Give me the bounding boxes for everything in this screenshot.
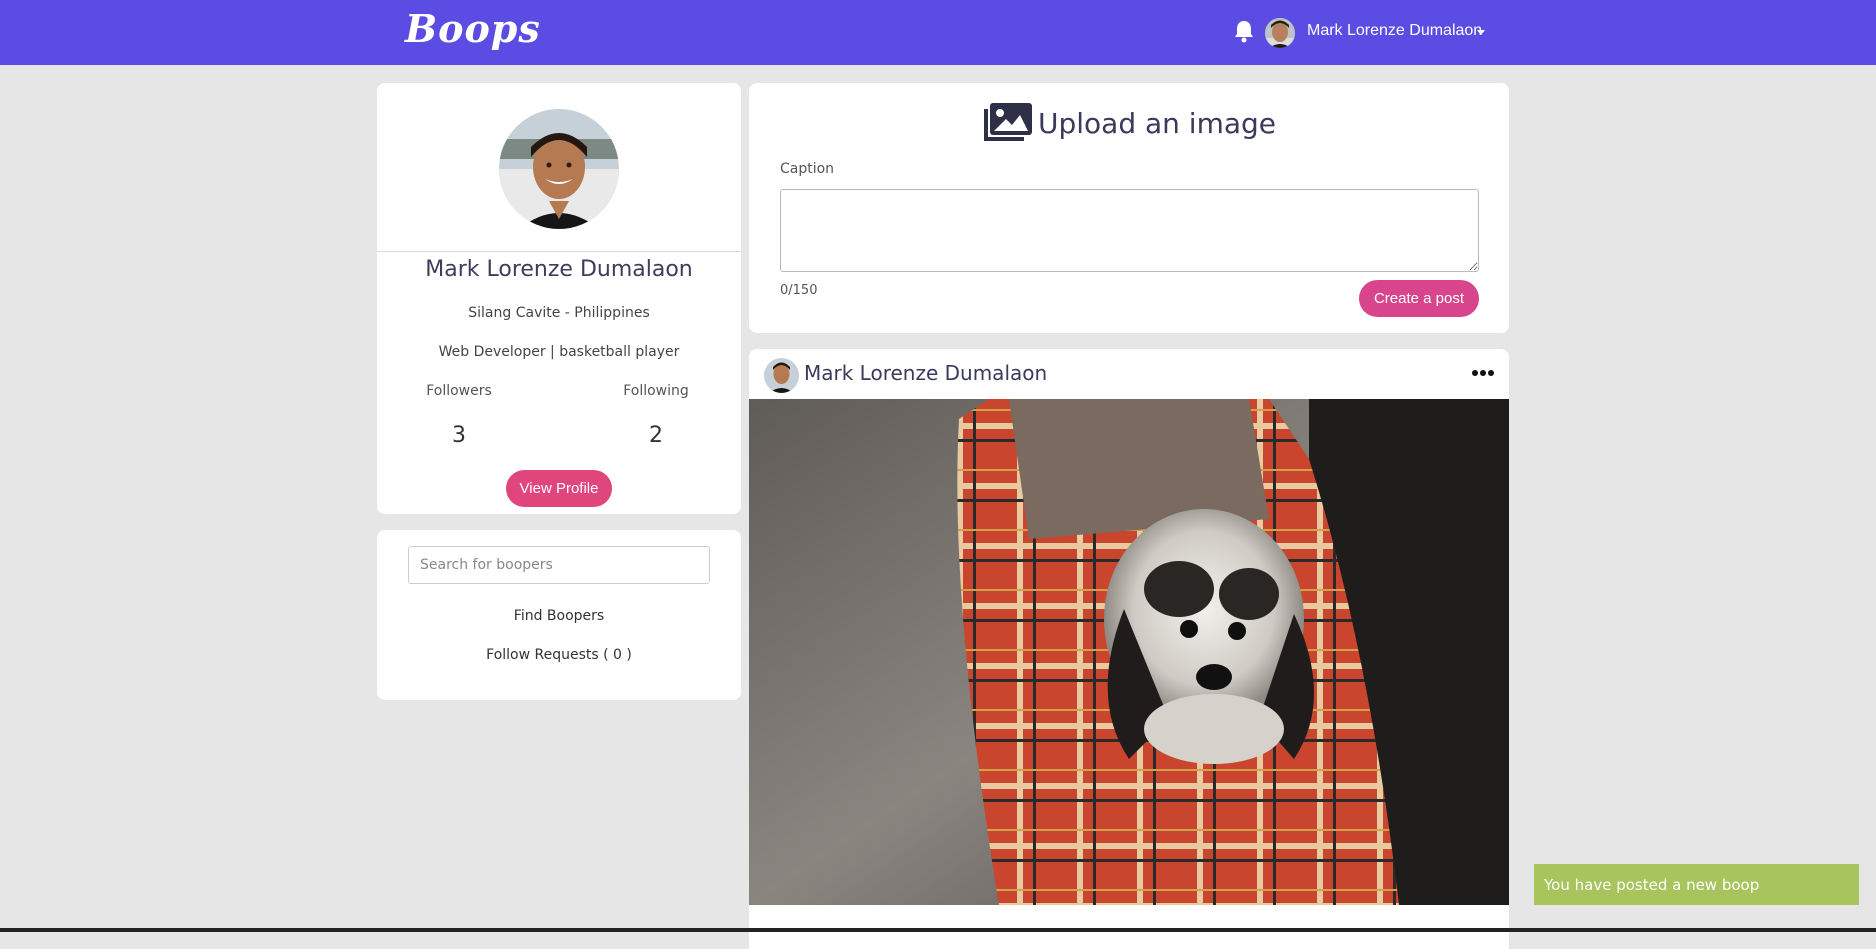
toast-notification: You have posted a new boop bbox=[1534, 864, 1859, 905]
post-image bbox=[749, 399, 1509, 905]
find-boopers-link[interactable]: Find Boopers bbox=[377, 608, 741, 624]
navbar: Boops Mark Lorenze Dumalaon bbox=[0, 0, 1876, 65]
followers-count[interactable]: 3 bbox=[399, 423, 519, 448]
profile-name: Mark Lorenze Dumalaon bbox=[425, 257, 693, 282]
profile-avatar bbox=[499, 109, 619, 229]
bell-icon[interactable] bbox=[1233, 19, 1255, 43]
bottom-edge bbox=[0, 928, 1876, 932]
search-card: Find Boopers Follow Requests ( 0 ) bbox=[377, 530, 741, 700]
caption-label: Caption bbox=[780, 161, 835, 177]
post-author-avatar[interactable] bbox=[764, 358, 799, 393]
upload-card: Upload an image Caption 0/150 Create a p… bbox=[749, 83, 1509, 333]
followers-label: Followers bbox=[426, 383, 492, 399]
caret-down-icon[interactable] bbox=[1477, 30, 1485, 35]
search-input[interactable] bbox=[408, 546, 710, 584]
char-count: 0/150 bbox=[780, 283, 818, 298]
avatar[interactable] bbox=[1265, 18, 1295, 48]
images-icon bbox=[983, 103, 1032, 141]
following-count[interactable]: 2 bbox=[596, 423, 716, 448]
ellipsis-icon[interactable] bbox=[1471, 369, 1495, 377]
caption-textarea[interactable] bbox=[780, 189, 1479, 272]
profile-bio: Web Developer | basketball player bbox=[438, 344, 680, 360]
follow-requests-link[interactable]: Follow Requests ( 0 ) bbox=[377, 647, 741, 663]
following-label: Following bbox=[623, 383, 689, 399]
profile-card: Mark Lorenze Dumalaon Silang Cavite - Ph… bbox=[377, 83, 741, 514]
upload-heading: Upload an image bbox=[749, 101, 1509, 145]
view-profile-button[interactable]: View Profile bbox=[506, 470, 612, 507]
post-card: Mark Lorenze Dumalaon bbox=[749, 349, 1509, 949]
user-menu-toggle[interactable]: Mark Lorenze Dumalaon bbox=[1307, 22, 1482, 40]
upload-title: Upload an image bbox=[1037, 106, 1277, 140]
divider bbox=[377, 251, 741, 252]
profile-location: Silang Cavite - Philippines bbox=[468, 305, 650, 321]
create-post-button[interactable]: Create a post bbox=[1359, 280, 1479, 317]
brand-logo[interactable]: Boops bbox=[405, 6, 541, 51]
post-author-name[interactable]: Mark Lorenze Dumalaon bbox=[804, 361, 1047, 385]
